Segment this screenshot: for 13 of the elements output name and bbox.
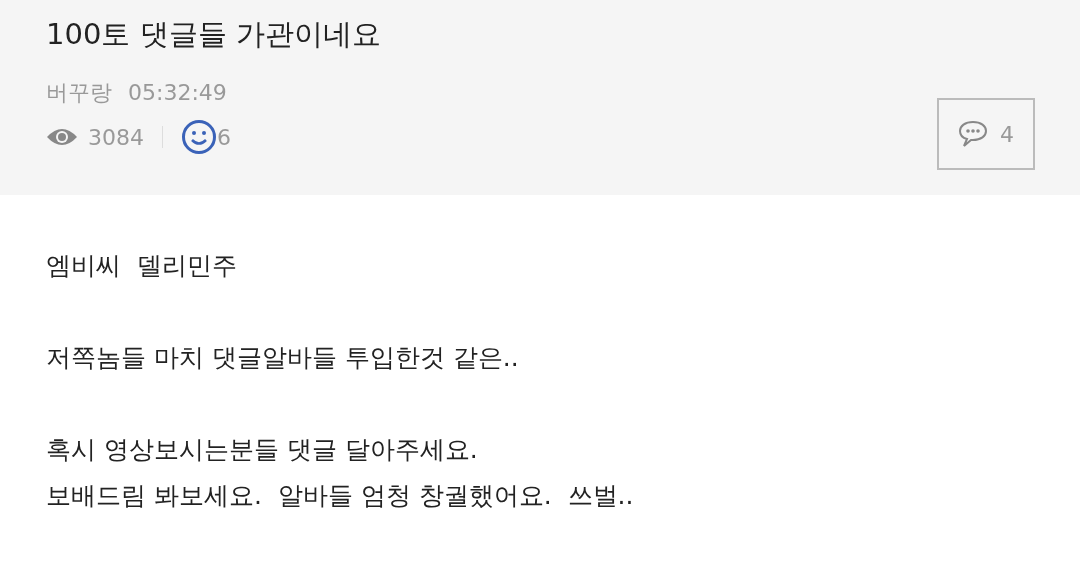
body-text: 엠비씨 델리민주 [46,250,238,282]
speech-bubble-icon [958,120,988,148]
eye-icon [46,127,78,147]
body-text: 저쪽놈들 마치 댓글알바들 투입한것 같은.. [46,342,520,374]
body-text: 보배드림 봐보세요. 알바들 엄청 창궐했어요. 쓰벌.. [46,480,635,512]
post-time: 05:32:49 [128,79,227,107]
author-name: 버꾸랑 [46,79,112,107]
post-title: 100토 댓글들 가관이네요 [46,16,381,53]
view-count: 3084 [88,123,144,152]
like-count: 6 [217,123,231,152]
smiley-icon [181,119,217,155]
comments-button[interactable]: 4 [937,98,1035,170]
body-text: 혹시 영상보시는분들 댓글 달아주세요. [46,434,479,466]
